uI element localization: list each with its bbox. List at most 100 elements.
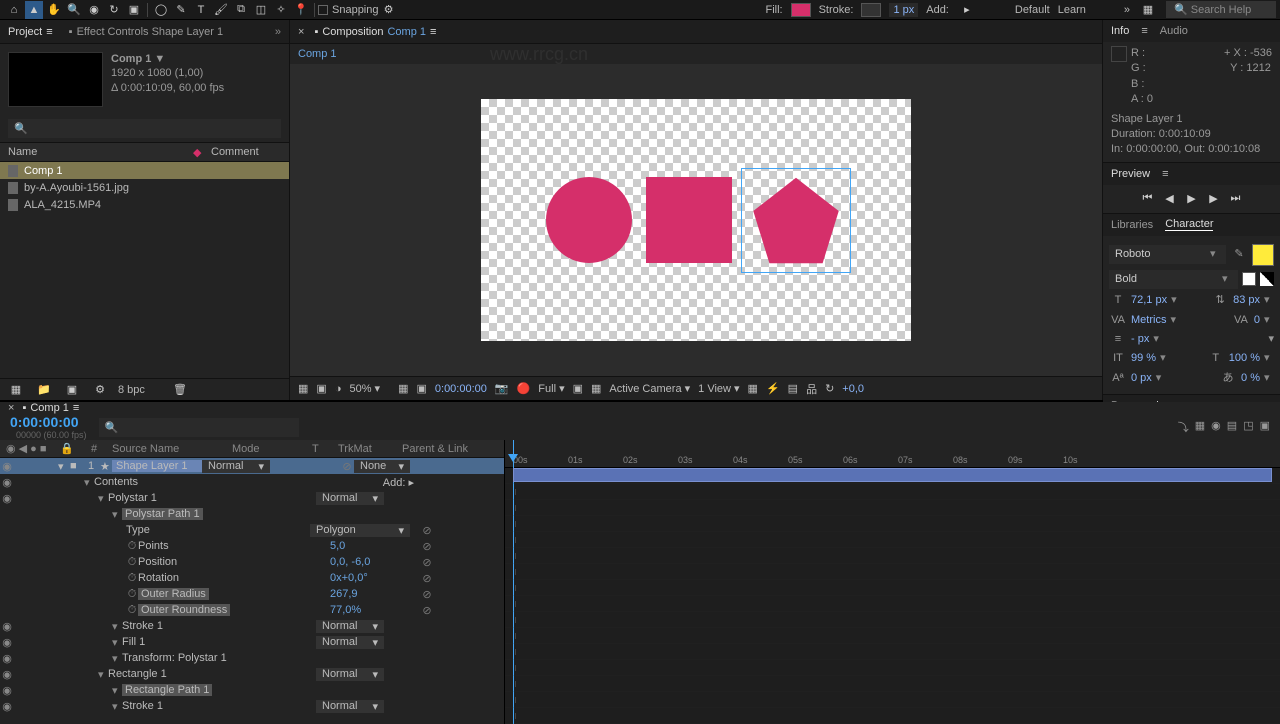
info-tab[interactable]: Info — [1111, 25, 1129, 37]
timeline-row[interactable]: TypePolygon▾⊘ — [0, 522, 504, 538]
camera-dropdown[interactable]: Active Camera ▾ — [609, 382, 690, 395]
roi-icon[interactable]: ▣ — [573, 382, 583, 395]
stroke-width-input[interactable]: 1 px — [889, 3, 918, 17]
workspace-default[interactable]: Default — [1015, 4, 1050, 16]
snapshot-icon[interactable]: 📷 — [495, 382, 509, 395]
add-shape-icon[interactable]: ▸ — [958, 1, 976, 19]
leading-input[interactable]: 83 px — [1233, 293, 1260, 308]
stroke-style-icon[interactable]: ▾ — [1268, 332, 1274, 347]
render-icon[interactable]: ▣ — [1260, 419, 1270, 435]
project-search-input[interactable]: 🔍 — [8, 119, 281, 138]
prev-frame-icon[interactable]: ◀ — [1162, 191, 1178, 207]
timeline-row[interactable]: ◉▾■1★Shape Layer 1Normal▾⊘None▾ — [0, 458, 504, 474]
timeline-row[interactable]: ◉▾Stroke 1Normal▾ — [0, 618, 504, 634]
timeline-row[interactable]: ◉▾Stroke 1Normal▾ — [0, 698, 504, 714]
brush-tool-icon[interactable]: 🖌 — [212, 1, 230, 19]
selection-tool-icon[interactable]: ▲ — [25, 1, 43, 19]
pen-tool-icon[interactable]: ✎ — [172, 1, 190, 19]
baseline-input[interactable]: 0 px — [1131, 371, 1152, 386]
timeline-row[interactable]: ⏱Position0,0, -6,0⊘ — [0, 554, 504, 570]
next-frame-icon[interactable]: ▶ — [1206, 191, 1222, 207]
project-item[interactable]: Comp 1 — [0, 162, 289, 179]
fast-preview-icon[interactable]: ⚡ — [766, 382, 780, 395]
exposure-value[interactable]: +0,0 — [842, 383, 864, 395]
hscale-input[interactable]: 100 % — [1229, 351, 1260, 366]
close-timeline-tab-icon[interactable]: × — [8, 402, 14, 414]
timeline-row[interactable]: ◉▾Rectangle 1Normal▾ — [0, 666, 504, 682]
home-icon[interactable]: ⌂ — [5, 1, 23, 19]
alpha-icon[interactable]: ▦ — [298, 382, 308, 395]
libraries-tab[interactable]: Libraries — [1111, 219, 1153, 231]
timeline-row[interactable]: ◉▾Fill 1Normal▾ — [0, 634, 504, 650]
shape-tool-icon[interactable]: ◯ — [152, 1, 170, 19]
delete-icon[interactable]: 🗑 — [171, 381, 189, 399]
channel-icon[interactable]: 🔴 — [517, 382, 531, 395]
puppet-tool-icon[interactable]: 📍 — [292, 1, 310, 19]
timeline-row[interactable]: ◉▾Polystar 1Normal▾ — [0, 490, 504, 506]
eraser-tool-icon[interactable]: ◫ — [252, 1, 270, 19]
shape-rectangle[interactable] — [646, 177, 732, 263]
hand-tool-icon[interactable]: ✋ — [45, 1, 63, 19]
res-icon[interactable]: ▦ — [398, 382, 408, 395]
shy-icon[interactable]: ⤵ — [1178, 419, 1189, 435]
font-weight-dropdown[interactable]: Bold▾ — [1109, 270, 1238, 289]
selection-bounding-box[interactable] — [741, 168, 851, 273]
timeline-row[interactable]: ⏱Outer Radius267,9⊘ — [0, 586, 504, 602]
shape-ellipse[interactable] — [546, 177, 632, 263]
search-help-input[interactable]: 🔍 Search Help — [1166, 1, 1276, 18]
mask-icon[interactable]: ◑ — [335, 383, 342, 395]
clone-tool-icon[interactable]: ⧉ — [232, 1, 250, 19]
bpc-indicator[interactable]: 8 bpc — [118, 384, 145, 396]
comp-canvas[interactable] — [481, 99, 911, 341]
camera-tool-icon[interactable]: ▣ — [125, 1, 143, 19]
project-tab[interactable]: Project ≡ — [8, 26, 53, 38]
resolution-dropdown[interactable]: Full ▾ — [538, 382, 564, 395]
font-size-input[interactable]: 72,1 px — [1131, 293, 1167, 308]
workspace-icon[interactable]: ▦ — [1139, 1, 1157, 19]
stroke-color-big[interactable] — [1242, 272, 1256, 286]
project-item[interactable]: ALA_4215.MP4 — [0, 196, 289, 213]
eyedropper-icon[interactable]: ✎ — [1230, 247, 1248, 262]
workspace-learn[interactable]: Learn — [1058, 4, 1086, 16]
char-stroke-input[interactable]: - px — [1131, 332, 1149, 347]
character-tab[interactable]: Character — [1165, 218, 1213, 231]
new-folder-icon[interactable]: 📁 — [35, 381, 53, 399]
timeline-search-input[interactable]: 🔍 — [99, 418, 299, 437]
play-icon[interactable]: ▶ — [1184, 191, 1200, 207]
grid-icon[interactable]: ▣ — [316, 382, 326, 395]
swap-colors-icon[interactable] — [1260, 272, 1274, 286]
timeline-row[interactable]: ⏱Points5,0⊘ — [0, 538, 504, 554]
layer-duration-bar[interactable] — [513, 468, 1272, 482]
font-family-dropdown[interactable]: Roboto▾ — [1109, 245, 1226, 264]
timeline-row[interactable]: ◉▾Rectangle Path 1 — [0, 682, 504, 698]
stroke-color-swatch[interactable] — [861, 3, 881, 17]
snap-options-icon[interactable]: ⚙ — [380, 1, 398, 19]
snapping-checkbox[interactable] — [318, 5, 328, 15]
timeline-current-time[interactable]: 0:00:00:00 — [10, 414, 87, 430]
fill-color-swatch[interactable] — [791, 3, 811, 17]
flowchart-icon[interactable]: 品 — [806, 381, 817, 397]
zoom-tool-icon[interactable]: 🔍 — [65, 1, 83, 19]
frame-blend-icon[interactable]: ▦ — [1195, 419, 1205, 435]
zoom-dropdown[interactable]: 50% ▾ — [349, 382, 380, 395]
current-time[interactable]: 0:00:00:00 — [435, 383, 487, 395]
draft3d-icon[interactable]: ◳ — [1243, 419, 1253, 435]
settings-icon[interactable]: ⚙ — [91, 381, 109, 399]
grid-guides-icon[interactable]: ▦ — [591, 382, 601, 395]
tracking-input[interactable]: 0 — [1254, 313, 1260, 328]
comp-breadcrumb[interactable]: Comp 1 — [298, 48, 337, 60]
text-tool-icon[interactable]: T — [192, 1, 210, 19]
shape-polystar[interactable] — [746, 173, 846, 268]
timeline-row[interactable]: ⏱Rotation0x+0,0°⊘ — [0, 570, 504, 586]
composition-viewer[interactable]: www.rrcg.cn — [290, 64, 1102, 376]
timeline-comp-tab[interactable]: ▪ Comp 1 ≡ — [22, 402, 79, 414]
new-comp-icon[interactable]: ▣ — [63, 381, 81, 399]
first-frame-icon[interactable]: ⏮ — [1140, 191, 1156, 207]
timeline-icon[interactable]: ▤ — [788, 382, 798, 395]
tsume-input[interactable]: 0 % — [1241, 371, 1260, 386]
timeline-row[interactable]: ▾Polystar Path 1 — [0, 506, 504, 522]
pixel-aspect-icon[interactable]: ▦ — [748, 382, 758, 395]
close-tab-icon[interactable]: × — [298, 26, 304, 38]
roto-tool-icon[interactable]: ✧ — [272, 1, 290, 19]
graph-editor-icon[interactable]: ▤ — [1227, 419, 1237, 435]
